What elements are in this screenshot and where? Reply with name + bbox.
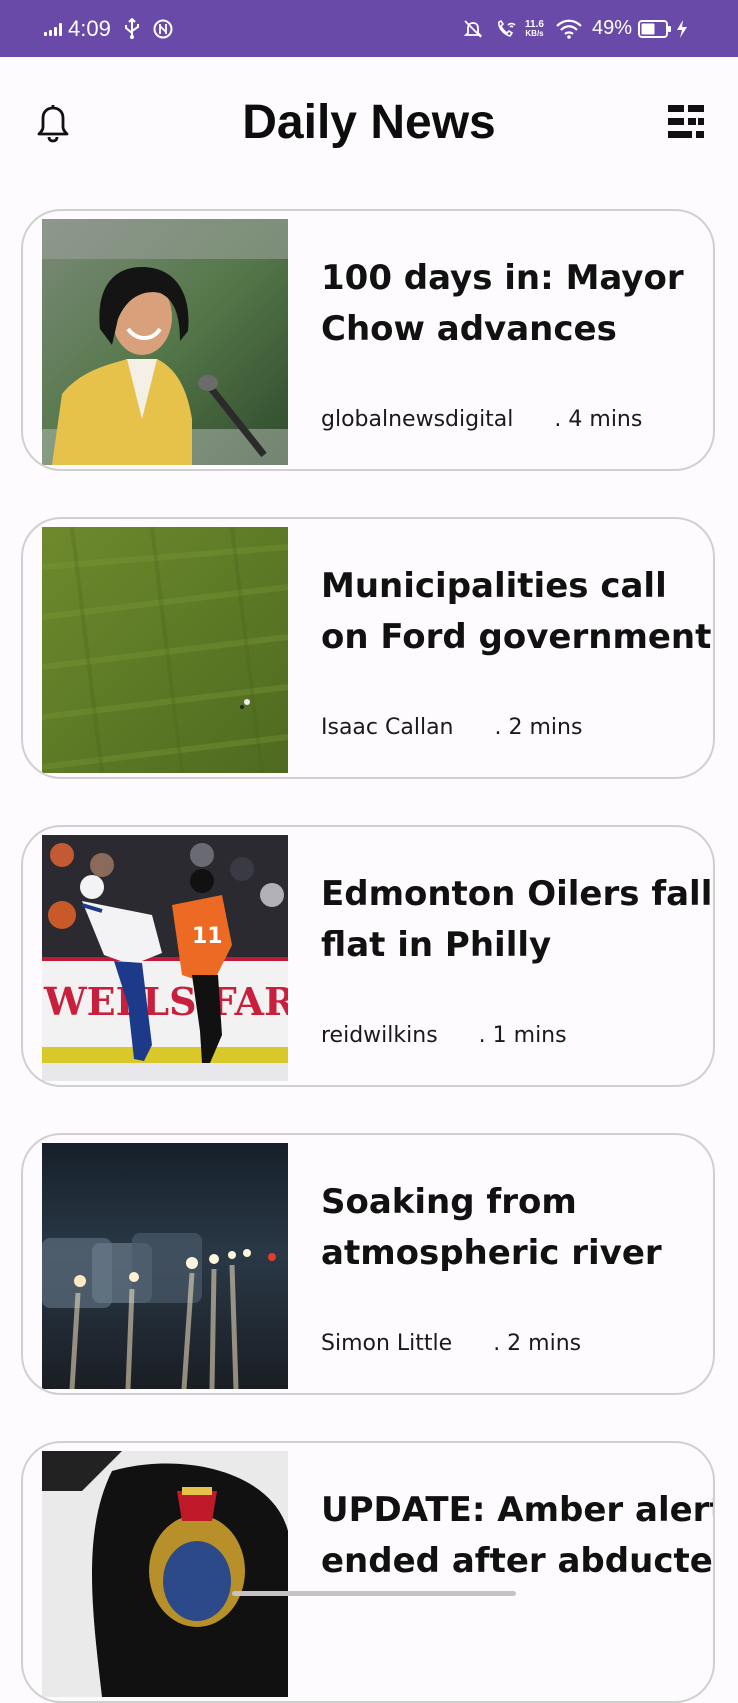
headline-line: Chow advances — [321, 309, 617, 349]
news-meta: Simon Little . 2 mins — [321, 1331, 581, 1356]
news-headline[interactable]: Edmonton Oilers fall flat in Philly — [321, 869, 713, 971]
news-headline[interactable]: UPDATE: Amber alert ended after abducted — [321, 1485, 715, 1587]
headline-line: ended after abducted — [321, 1541, 715, 1581]
news-card[interactable]: UPDATE: Amber alert ended after abducted — [21, 1441, 715, 1703]
news-card[interactable]: Municipalities call on Ford government I… — [21, 517, 715, 779]
image-sign-text: WELLS FAR — [43, 979, 288, 1024]
news-author: globalnewsdigital — [321, 407, 514, 432]
news-read-time: . 4 mins — [554, 407, 643, 432]
headline-line: Municipalities call — [321, 566, 667, 606]
headline-line: flat in Philly — [321, 925, 552, 965]
news-meta: reidwilkins . 1 mins — [321, 1023, 567, 1048]
news-headline[interactable]: 100 days in: Mayor Chow advances — [321, 253, 713, 355]
news-meta: Isaac Callan . 2 mins — [321, 715, 582, 740]
headline-line: atmospheric river — [321, 1233, 662, 1273]
news-author: Simon Little — [321, 1331, 453, 1356]
svg-text:11: 11 — [192, 924, 223, 949]
news-list: 100 days in: Mayor Chow advances globaln… — [0, 0, 738, 1703]
news-read-time: . 2 mins — [494, 715, 583, 740]
headline-line: on Ford government — [321, 617, 712, 657]
headline-line: 100 days in: Mayor — [321, 258, 684, 298]
news-card[interactable]: 100 days in: Mayor Chow advances globaln… — [21, 209, 715, 471]
news-headline[interactable]: Municipalities call on Ford government — [321, 561, 713, 663]
rainy-road-photo — [42, 1143, 288, 1389]
news-meta: globalnewsdigital . 4 mins — [321, 407, 642, 432]
mayor-photo — [42, 219, 288, 465]
news-author: reidwilkins — [321, 1023, 438, 1048]
headline-line: Soaking from — [321, 1182, 577, 1222]
police-badge-photo — [42, 1451, 288, 1697]
news-read-time: . 2 mins — [493, 1331, 582, 1356]
news-author: Isaac Callan — [321, 715, 454, 740]
hockey-photo: WELLS FAR 11 — [42, 835, 288, 1081]
headline-line: UPDATE: Amber alert — [321, 1490, 715, 1530]
grass-field-photo — [42, 527, 288, 773]
news-card[interactable]: Soaking from atmospheric river Simon Lit… — [21, 1133, 715, 1395]
news-headline[interactable]: Soaking from atmospheric river — [321, 1177, 713, 1279]
news-read-time: . 1 mins — [478, 1023, 567, 1048]
news-card[interactable]: WELLS FAR 11 Edmonton Oilers fall flat i… — [21, 825, 715, 1087]
home-indicator[interactable] — [232, 1591, 516, 1596]
headline-line: Edmonton Oilers fall — [321, 874, 713, 914]
